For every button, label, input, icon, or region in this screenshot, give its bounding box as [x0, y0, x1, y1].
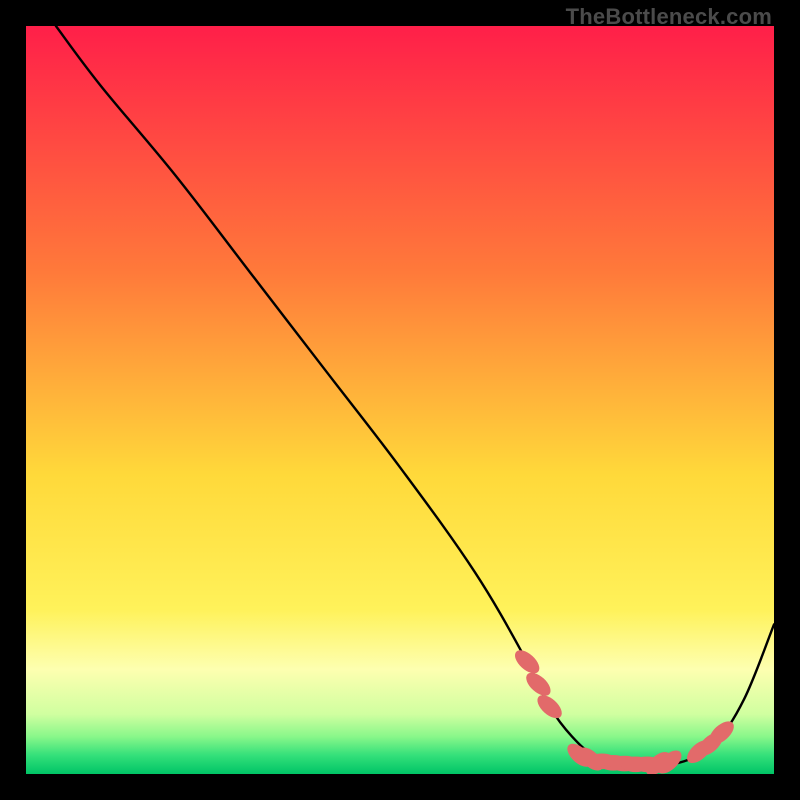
- chart-frame: TheBottleneck.com: [0, 0, 800, 800]
- gradient-background: [26, 26, 774, 774]
- plot-svg: [26, 26, 774, 774]
- watermark-label: TheBottleneck.com: [566, 4, 772, 30]
- plot-area: [26, 26, 774, 774]
